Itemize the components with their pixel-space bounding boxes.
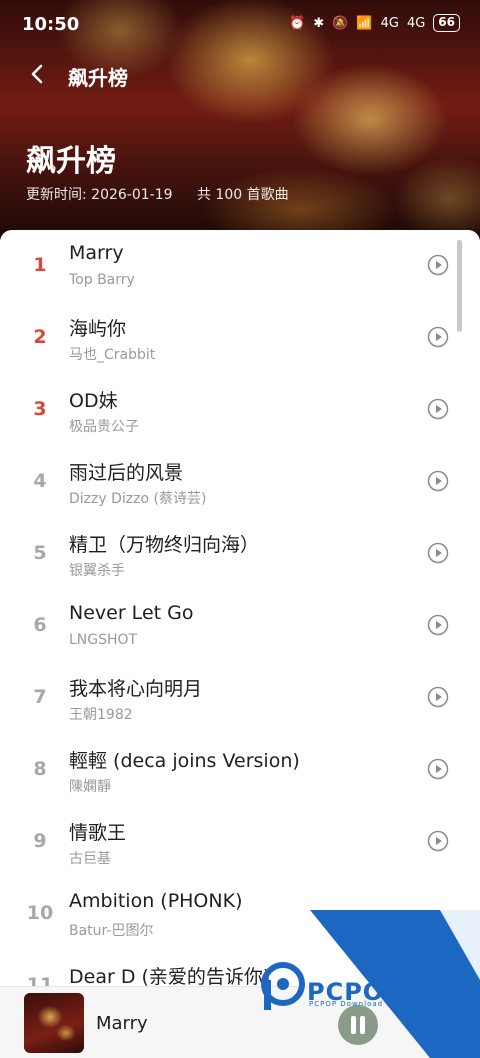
song-artist: 王朝1982 <box>69 707 133 723</box>
song-title: Ambition (PHONK) <box>69 890 243 912</box>
alarm-icon: ⏰ <box>289 15 306 31</box>
status-icons: ⏰ ✱ 🔕 📶 4G 4G 66 <box>289 14 460 32</box>
play-icon[interactable] <box>427 254 449 276</box>
song-artist: 古巨基 <box>69 851 111 867</box>
song-title: 情歌王 <box>69 822 127 844</box>
rank-number: 8 <box>33 758 47 780</box>
song-artist: 银翼杀手 <box>69 563 125 579</box>
rank-number: 3 <box>33 398 47 420</box>
song-row[interactable]: 7 我本将心向明月 王朝1982 <box>0 662 480 734</box>
song-artist: Dizzy Dizzo (蔡诗芸) <box>69 491 207 507</box>
song-row[interactable]: 3 OD妹 极品贵公子 <box>0 374 480 446</box>
bluetooth-icon: ✱ <box>313 15 325 31</box>
song-artist: Batur-巴图尔 <box>69 923 154 939</box>
song-row[interactable]: 5 精卫（万物终归向海） 银翼杀手 <box>0 518 480 590</box>
watermark: PCPOP下载 PCPOP Download <box>255 910 480 1058</box>
battery-icon: 66 <box>433 14 460 32</box>
now-playing-title: Marry <box>96 1013 148 1034</box>
nav-title: 飙升榜 <box>68 66 128 90</box>
status-time: 10:50 <box>22 14 80 35</box>
song-title: 海屿你 <box>69 318 127 340</box>
play-icon[interactable] <box>427 470 449 492</box>
song-title: Marry <box>69 242 124 264</box>
song-artist: Top Barry <box>69 272 135 288</box>
rank-number: 5 <box>33 542 47 564</box>
song-artist: LNGSHOT <box>69 632 138 648</box>
play-icon[interactable] <box>427 758 449 780</box>
album-cover[interactable] <box>24 993 84 1053</box>
song-title: 雨过后的风景 <box>69 462 184 484</box>
back-icon[interactable] <box>26 62 50 86</box>
pcpop-logo-icon <box>261 962 305 1010</box>
song-row[interactable]: 6 Never Let Go LNGSHOT <box>0 590 480 662</box>
song-title: 我本将心向明月 <box>69 678 203 700</box>
rank-number: 7 <box>33 686 47 708</box>
rank-number: 9 <box>33 830 47 852</box>
mute-icon: 🔕 <box>332 15 349 31</box>
song-row[interactable]: 2 海屿你 马也_Crabbit <box>0 302 480 374</box>
song-row[interactable]: 4 雨过后的风景 Dizzy Dizzo (蔡诗芸) <box>0 446 480 518</box>
playlist-title: 飙升榜 <box>26 144 116 179</box>
song-row[interactable]: 1 Marry Top Barry <box>0 230 480 302</box>
song-title: 輕輕 (deca joins Version) <box>69 750 300 772</box>
rank-number: 2 <box>33 326 47 348</box>
watermark-sub: PCPOP Download <box>309 1000 384 1008</box>
nav-bar: 飙升榜 <box>0 56 480 96</box>
song-artist: 极品贵公子 <box>69 419 139 435</box>
song-count: 共 100 首歌曲 <box>196 187 289 203</box>
wifi-icon: 📶 <box>356 15 373 31</box>
song-title: Never Let Go <box>69 602 194 624</box>
signal-icon: 4G <box>380 15 399 31</box>
play-icon[interactable] <box>427 398 449 420</box>
rank-number: 4 <box>33 470 47 492</box>
play-icon[interactable] <box>427 614 449 636</box>
status-bar: 10:50 ⏰ ✱ 🔕 📶 4G 4G 66 <box>0 0 480 50</box>
play-icon[interactable] <box>427 542 449 564</box>
play-icon[interactable] <box>427 686 449 708</box>
rank-number: 6 <box>33 614 47 636</box>
rank-number: 1 <box>33 254 47 276</box>
play-icon[interactable] <box>427 830 449 852</box>
song-title: 精卫（万物终归向海） <box>69 534 260 556</box>
update-time: 更新时间: 2026-01-19 <box>26 187 173 203</box>
song-title: Dear D (亲爱的告诉你) <box>69 966 271 988</box>
signal-icon: 4G <box>406 15 426 31</box>
song-artist: 马也_Crabbit <box>69 347 156 363</box>
song-artist: 陳嫻靜 <box>69 779 111 795</box>
song-title: OD妹 <box>69 390 118 412</box>
play-icon[interactable] <box>427 326 449 348</box>
playlist-meta: 更新时间: 2026-01-19 共 100 首歌曲 <box>26 184 309 204</box>
song-row[interactable]: 9 情歌王 古巨基 <box>0 806 480 878</box>
rank-number: 10 <box>26 902 54 924</box>
song-row[interactable]: 8 輕輕 (deca joins Version) 陳嫻靜 <box>0 734 480 806</box>
